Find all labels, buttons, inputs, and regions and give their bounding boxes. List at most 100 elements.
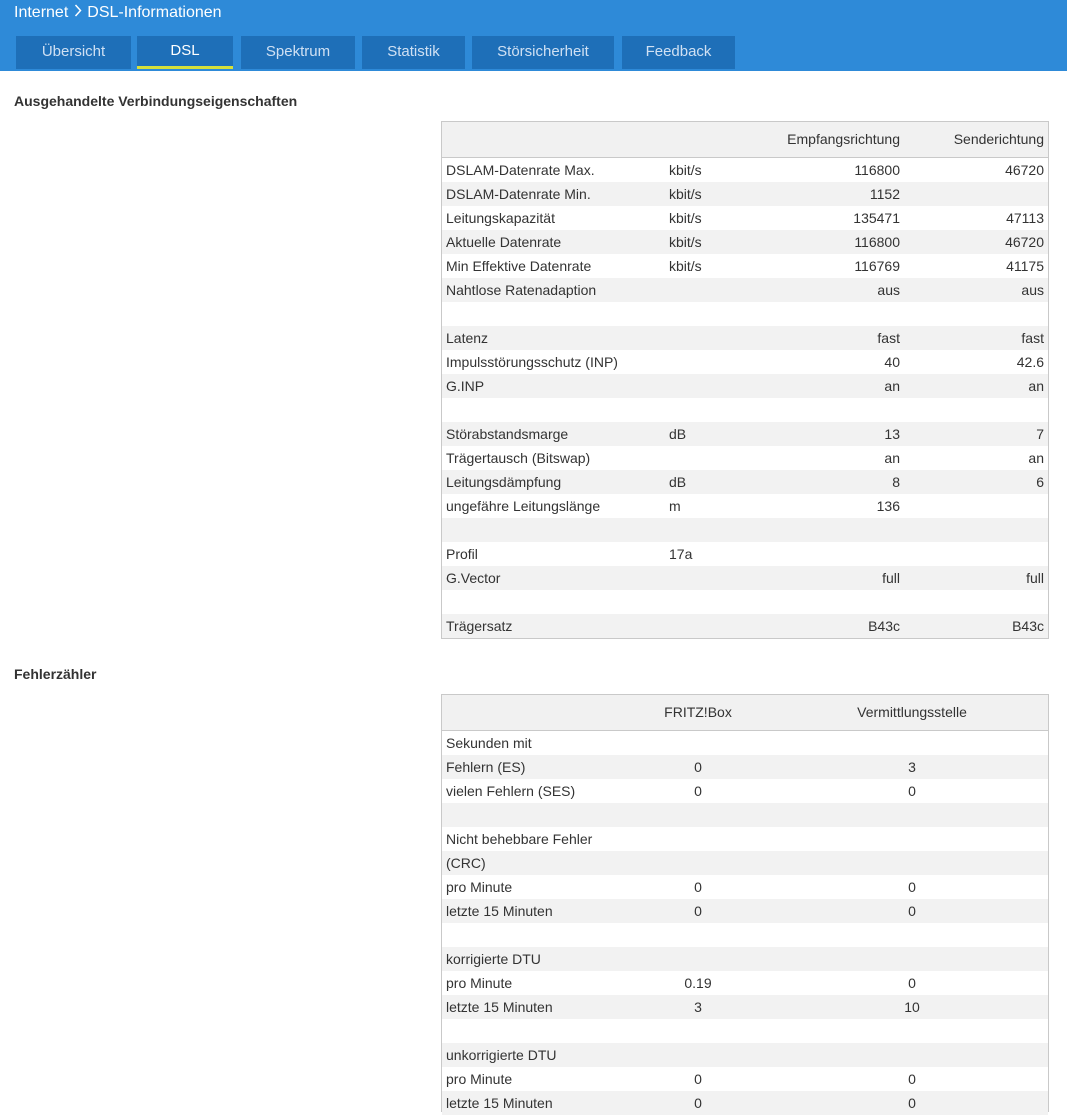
connection-table-body: DSLAM-Datenrate Max. kbit/s 116800 46720 DSL… [442, 158, 1048, 638]
row-unit: kbit/s [669, 186, 702, 202]
row-value-tx: 47113 [1006, 210, 1044, 226]
row-value-exchange: 0 [908, 903, 916, 919]
row-label: letzte 15 Minuten [446, 1095, 553, 1111]
row-label: letzte 15 Minuten [446, 999, 553, 1015]
row-unit: kbit/s [669, 234, 702, 250]
row-label: vielen Fehlern (SES) [446, 783, 576, 799]
row-label: Störabstandsmarge [446, 426, 569, 442]
tab-dsl[interactable]: DSL [137, 36, 233, 69]
table-row: Trägertausch (Bitswap) an an [442, 446, 1048, 470]
row-value-exchange: 3 [908, 759, 916, 775]
row-label: Sekunden mit [446, 735, 532, 751]
row-label: G.Vector [446, 570, 501, 586]
row-value-exchange: 0 [908, 1071, 916, 1087]
error-table-body: Sekunden mit Fehlern (ES) 0 3 vielen Fehlern… [442, 731, 1048, 1115]
table-row: letzte 15 Minuten 0 0 [442, 1091, 1048, 1115]
row-value-rx: 116800 [854, 162, 900, 178]
breadcrumb-parent[interactable]: Internet [14, 4, 68, 22]
row-value-tx: 7 [1036, 426, 1044, 442]
page-title: DSL-Informationen [87, 4, 222, 21]
row-value-tx: an [1028, 450, 1044, 466]
row-label: Profil [446, 546, 478, 562]
row-value-tx: 6 [1036, 474, 1044, 490]
connection-section-title: Ausgehandelte Verbindungseigenschaften [14, 93, 298, 109]
row-value-rx: an [884, 450, 900, 466]
table-row: (CRC) [442, 851, 1048, 875]
row-value-exchange: 0 [908, 1095, 916, 1111]
row-value-rx: fast [877, 330, 900, 346]
table-row: Leitungskapazität kbit/s 135471 47113 [442, 206, 1048, 230]
row-value-fritzbox: 0 [694, 759, 702, 775]
row-label: Fehlern (ES) [446, 759, 526, 775]
table-row: Störabstandsmarge dB 13 7 [442, 422, 1048, 446]
row-label: DSLAM-Datenrate Min. [446, 186, 591, 202]
table-row: Min Effektive Datenrate kbit/s 116769 41175 [442, 254, 1048, 278]
row-label: Latenz [446, 330, 489, 346]
table-row [442, 1019, 1048, 1043]
row-value-tx: B43c [1012, 618, 1044, 634]
tab-feedback[interactable]: Feedback [622, 36, 735, 69]
table-row: vielen Fehlern (SES) 0 0 [442, 779, 1048, 803]
row-value-fritzbox: 0 [694, 879, 702, 895]
row-label: Leitungskapazität [446, 210, 555, 226]
row-label: letzte 15 Minuten [446, 903, 553, 919]
row-value-rx: 135471 [853, 210, 900, 226]
error-counter-table: FRITZ!Box Vermittlungsstelle Sekunden mi… [441, 694, 1049, 1115]
row-unit: 17a [669, 546, 693, 562]
row-value-exchange: 0 [908, 975, 916, 991]
table-row [442, 923, 1048, 947]
row-value-rx: 13 [884, 426, 900, 442]
table-row [442, 518, 1048, 542]
connection-table-header: Empfangsrichtung Senderichtung [442, 122, 1048, 158]
row-value-exchange: 0 [908, 783, 916, 799]
table-row: pro Minute 0 0 [442, 1067, 1048, 1091]
row-value-tx: 42.6 [1016, 354, 1044, 370]
row-value-rx: 40 [884, 354, 900, 370]
row-label: Min Effektive Datenrate [446, 258, 592, 274]
table-row: letzte 15 Minuten 3 10 [442, 995, 1048, 1019]
row-label: pro Minute [446, 975, 513, 991]
tab-uebersicht[interactable]: Übersicht [16, 36, 131, 69]
tab-stoersicherheit[interactable]: Störsicherheit [472, 36, 614, 69]
table-row: Nahtlose Ratenadaption aus aus [442, 278, 1048, 302]
tab-spektrum[interactable]: Spektrum [241, 36, 355, 69]
table-row [442, 590, 1048, 614]
table-row: unkorrigierte DTU [442, 1043, 1048, 1067]
table-row: Nicht behebbare Fehler [442, 827, 1048, 851]
row-value-fritzbox: 0 [694, 783, 702, 799]
row-label: Trägertausch (Bitswap) [446, 450, 591, 466]
table-row: Fehlern (ES) 0 3 [442, 755, 1048, 779]
row-label: G.INP [446, 378, 485, 394]
row-value-tx: 46720 [1005, 234, 1044, 250]
row-value-tx: an [1028, 378, 1044, 394]
table-row: korrigierte DTU [442, 947, 1048, 971]
row-label: ungefähre Leitungslänge [446, 498, 601, 514]
row-unit: dB [669, 426, 687, 442]
row-label: unkorrigierte DTU [446, 1047, 557, 1063]
chevron-right-icon [74, 4, 82, 22]
row-value-tx: aus [1021, 282, 1044, 298]
row-value-tx: full [1026, 570, 1044, 586]
col-header-tx: Senderichtung [953, 131, 1044, 147]
row-unit: dB [669, 474, 687, 490]
row-label: Impulsstörungsschutz (INP) [446, 354, 618, 370]
table-row [442, 803, 1048, 827]
table-row [442, 302, 1048, 326]
row-value-fritzbox: 0 [694, 1071, 702, 1087]
row-unit: m [669, 498, 681, 514]
row-value-rx: 116800 [854, 234, 900, 250]
row-label: Aktuelle Datenrate [446, 234, 562, 250]
table-row: G.Vector full full [442, 566, 1048, 590]
row-unit: kbit/s [669, 210, 702, 226]
row-label: Nahtlose Ratenadaption [446, 282, 597, 298]
tab-statistik[interactable]: Statistik [362, 36, 465, 69]
row-value-fritzbox: 0.19 [684, 975, 712, 991]
table-row: Profil 17a [442, 542, 1048, 566]
table-row: G.INP an an [442, 374, 1048, 398]
table-row: Sekunden mit [442, 731, 1048, 755]
row-value-rx: 1152 [869, 186, 900, 202]
row-label: korrigierte DTU [446, 951, 541, 967]
table-row: Latenz fast fast [442, 326, 1048, 350]
row-value-tx: 46720 [1005, 162, 1044, 178]
table-row: Impulsstörungsschutz (INP) 40 42.6 [442, 350, 1048, 374]
